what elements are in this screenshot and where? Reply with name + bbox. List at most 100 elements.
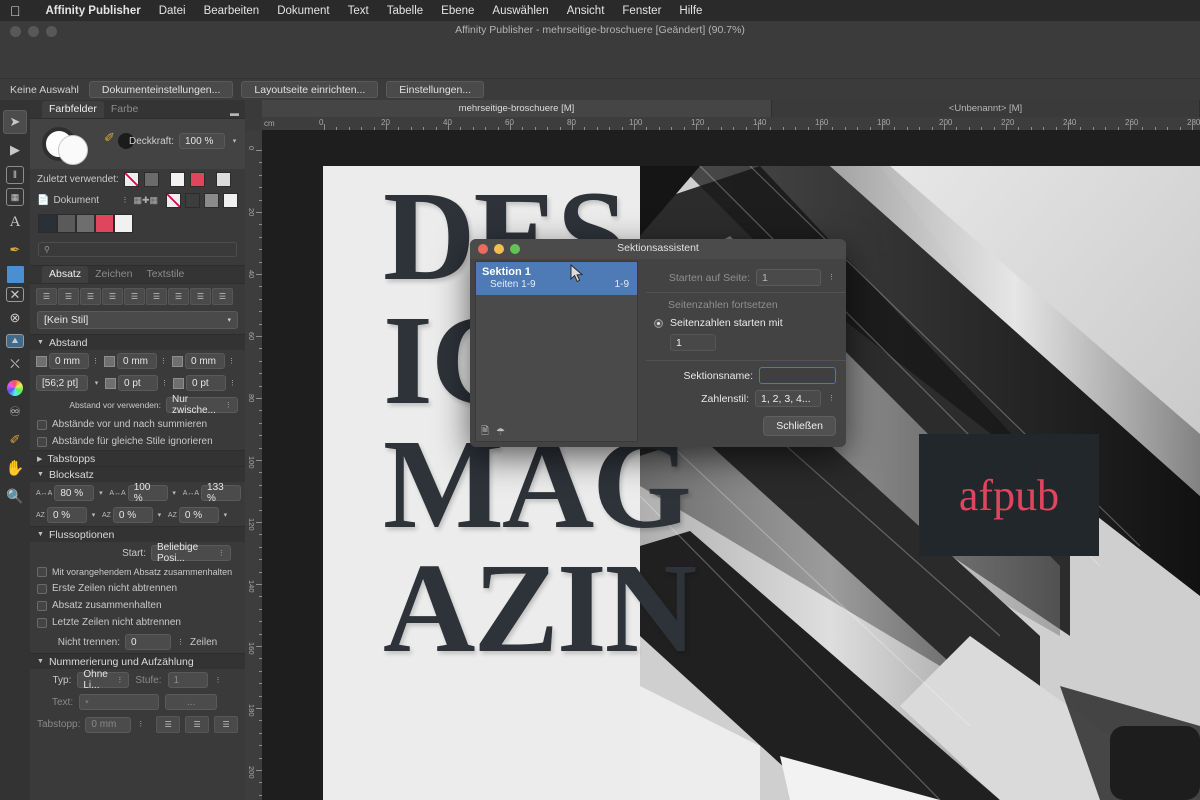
word-max-chevron[interactable]: ▾ — [243, 490, 245, 497]
start-numbering-radio[interactable] — [654, 319, 663, 328]
palette-view-icons[interactable]: ▦✚▦ — [133, 195, 158, 206]
leading-field[interactable]: [56;2 pt] — [36, 375, 88, 391]
menu-affinity-publisher[interactable]: Affinity Publisher — [37, 0, 150, 21]
letter-max-chevron[interactable]: ▾ — [221, 512, 230, 519]
document-canvas[interactable]: DES IGN MAG AZIN afpub — [262, 130, 1200, 800]
numbering-type-select[interactable]: Ohne Li... ⋮ — [77, 672, 129, 688]
recent-swatch-3[interactable] — [190, 172, 205, 187]
fill-swatch[interactable] — [58, 135, 88, 165]
letter-min-chevron[interactable]: ▾ — [89, 512, 98, 519]
crop-tool[interactable]: ⛌ — [3, 352, 27, 376]
start-page-stepper[interactable]: ⋮ — [827, 274, 836, 281]
menu-auswaehlen[interactable]: Auswählen — [483, 0, 557, 21]
menu-dokument[interactable]: Dokument — [268, 0, 338, 21]
no-widow-row[interactable]: Erste Zeilen nicht abtrennen — [30, 580, 245, 597]
swatch-search-input[interactable]: ⚲ — [38, 242, 237, 257]
afpub-badge[interactable]: afpub — [919, 434, 1099, 556]
recent-swatch-2[interactable] — [170, 172, 185, 187]
letter-opt-field[interactable]: 0 % — [113, 507, 153, 523]
sum-spacing-checkbox[interactable] — [37, 420, 47, 430]
node-tool[interactable]: ▶ — [3, 138, 27, 162]
space-after-stepper[interactable]: ⋮ — [228, 380, 237, 387]
recent-swatch-1[interactable] — [144, 172, 159, 187]
keep-paragraph-checkbox[interactable] — [37, 601, 47, 611]
menu-ebene[interactable]: Ebene — [432, 0, 483, 21]
zoom-tool[interactable]: 🔍 — [3, 484, 27, 508]
palette-none-swatch[interactable] — [166, 193, 181, 208]
palette-white-swatch[interactable] — [223, 193, 238, 208]
panel-menu-icon[interactable]: ▬ — [230, 108, 245, 118]
pen-tool[interactable]: ✒ — [3, 238, 27, 262]
leading-dropdown-icon[interactable]: ▾ — [92, 380, 101, 387]
color-picker-tool[interactable] — [7, 380, 23, 396]
horizontal-ruler[interactable]: cm02040608010012014016018020022024026028… — [262, 117, 1200, 130]
picture-frame-tool[interactable]: ✕ — [6, 287, 24, 302]
menu-hilfe[interactable]: Hilfe — [670, 0, 711, 21]
letter-min-field[interactable]: 0 % — [47, 507, 87, 523]
start-page-field[interactable]: 1 — [756, 269, 821, 286]
settings-button[interactable]: Einstellungen... — [386, 81, 484, 98]
numbering-align-left-button[interactable]: ☰ — [156, 716, 180, 733]
letter-opt-chevron[interactable]: ▾ — [155, 512, 164, 519]
left-indent-field[interactable]: 0 mm — [49, 353, 89, 369]
setup-layout-page-button[interactable]: Layoutseite einrichten... — [241, 81, 378, 98]
numbering-tabstop-stepper[interactable]: ⋮ — [136, 721, 145, 728]
tab-absatz[interactable]: Absatz — [42, 266, 88, 283]
document-tab-broschuere[interactable]: mehrseitige-broschuere [M] — [262, 100, 772, 117]
use-space-before-select[interactable]: Nur zwische... ⋮ — [166, 397, 238, 413]
first-line-indent-stepper[interactable]: ⋮ — [227, 358, 236, 365]
paragraph-style-select[interactable]: [Kein Stil] ▾ — [37, 311, 238, 329]
eyedropper-icon[interactable]: ✐ — [104, 130, 115, 146]
tab-textstile[interactable]: Textstile — [139, 266, 191, 283]
numbering-align-right-button[interactable]: ☰ — [214, 716, 238, 733]
flow-start-select[interactable]: Beliebige Posi... ⋮ — [151, 545, 231, 561]
align-left-button[interactable]: ☰ — [36, 288, 57, 305]
document-settings-button[interactable]: Dokumenteinstellungen... — [89, 81, 234, 98]
number-style-stepper[interactable]: ⋮ — [827, 395, 836, 402]
keep-with-prev-row[interactable]: Mit vorangehendem Absatz zusammenhalten — [30, 564, 245, 580]
numbering-text-field[interactable]: ▾ — [79, 694, 159, 710]
add-section-icon[interactable]: 🗎 — [481, 424, 489, 441]
place-image-tool[interactable]: ⛰ — [6, 334, 24, 348]
keep-lines-stepper[interactable]: ⋮ — [176, 639, 185, 646]
numbering-more-button[interactable]: ... — [165, 694, 217, 710]
fill-tool[interactable]: ♾ — [3, 400, 27, 424]
section-manager-dialog[interactable]: Sektionsassistent Sektion 1 Seiten 1-9 1… — [470, 239, 846, 447]
number-style-select[interactable]: 1, 2, 3, 4... — [755, 390, 821, 407]
no-orphan-checkbox[interactable] — [37, 618, 47, 628]
sections-list[interactable]: Sektion 1 Seiten 1-9 1-9 🗎 ☂ — [475, 261, 638, 442]
palette-dropdown-icon[interactable]: ⋮ — [120, 197, 129, 204]
ruler-corner[interactable] — [245, 100, 262, 130]
keep-with-prev-checkbox[interactable] — [37, 567, 47, 577]
justify-all-button[interactable]: ☰ — [168, 288, 189, 305]
start-number-field[interactable]: 1 — [670, 334, 716, 351]
move-tool[interactable]: ➤ — [3, 110, 27, 134]
menu-datei[interactable]: Datei — [150, 0, 195, 21]
tab-zeichen[interactable]: Zeichen — [88, 266, 139, 283]
section-header-flussoptionen[interactable]: ▼ Flussoptionen — [30, 526, 245, 542]
justify-right-button[interactable]: ☰ — [146, 288, 167, 305]
align-end-button[interactable]: ☰ — [212, 288, 233, 305]
eyedropper-tool[interactable]: ✐ — [3, 428, 27, 452]
word-opt-field[interactable]: 100 % — [128, 485, 168, 501]
opacity-value[interactable]: 100 % — [179, 133, 225, 149]
table-tool[interactable]: ▦ — [6, 188, 24, 206]
no-widow-checkbox[interactable] — [37, 584, 47, 594]
numbering-tabstop-field[interactable]: 0 mm — [85, 717, 131, 733]
section-header-abstand[interactable]: ▼ Abstand — [30, 334, 245, 350]
delete-section-icon[interactable]: ☂ — [496, 427, 505, 438]
hand-tool[interactable]: ✋ — [3, 456, 27, 480]
right-indent-stepper[interactable]: ⋮ — [159, 358, 168, 365]
justify-center-button[interactable]: ☰ — [124, 288, 145, 305]
palette-swatch-0[interactable] — [38, 214, 57, 233]
palette-swatch-3[interactable] — [95, 214, 114, 233]
tab-farbfelder[interactable]: Farbfelder — [42, 101, 104, 118]
section-header-blocksatz[interactable]: ▼ Blocksatz — [30, 466, 245, 482]
left-indent-stepper[interactable]: ⋮ — [91, 358, 100, 365]
palette-swatch-1[interactable] — [57, 214, 76, 233]
align-center-button[interactable]: ☰ — [58, 288, 79, 305]
document-tab-unbenannt[interactable]: <Unbenannt> [M] — [772, 100, 1200, 117]
first-line-indent-field[interactable]: 0 mm — [185, 353, 225, 369]
menu-fenster[interactable]: Fenster — [613, 0, 670, 21]
space-before-field[interactable]: 0 pt — [118, 375, 158, 391]
